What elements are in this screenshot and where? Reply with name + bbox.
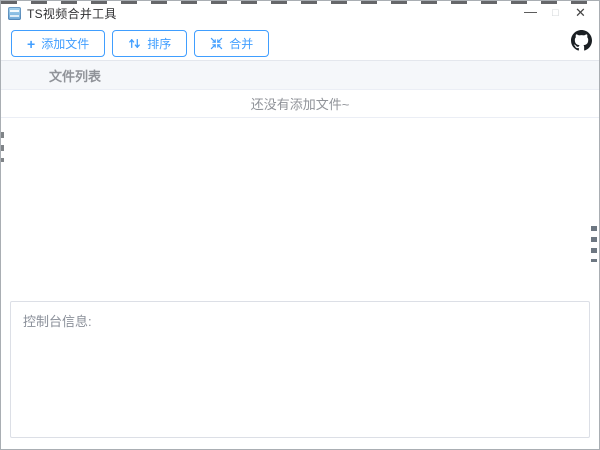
minimize-button[interactable]: — xyxy=(518,1,543,25)
add-files-button[interactable]: + 添加文件 xyxy=(11,30,106,57)
app-window: TS视频合并工具 — □ ✕ + 添加文件 排序 合并 文件列表 还没有添加文件… xyxy=(0,0,600,450)
empty-state-text: 还没有添加文件~ xyxy=(250,97,350,112)
background-artifact-right xyxy=(591,226,597,262)
close-button[interactable]: ✕ xyxy=(568,1,593,25)
console-panel[interactable]: 控制台信息: xyxy=(10,301,590,438)
console-label: 控制台信息: xyxy=(23,314,92,329)
window-title: TS视频合并工具 xyxy=(27,6,117,21)
background-artifact-left xyxy=(1,132,4,162)
add-files-label: 添加文件 xyxy=(41,37,90,51)
maximize-button[interactable]: □ xyxy=(543,1,568,25)
toolbar: + 添加文件 排序 合并 xyxy=(1,25,599,60)
window-controls: — □ ✕ xyxy=(518,1,599,25)
github-icon[interactable] xyxy=(571,30,592,51)
titlebar[interactable]: TS视频合并工具 — □ ✕ xyxy=(1,1,599,25)
sort-label: 排序 xyxy=(147,37,172,51)
merge-button[interactable]: 合并 xyxy=(194,30,270,57)
file-list-header-row: 文件列表 xyxy=(1,61,599,90)
app-logo-icon xyxy=(8,6,21,20)
compress-inward-arrows-icon xyxy=(210,37,223,50)
sort-arrows-icon xyxy=(128,37,141,50)
file-list-table: 文件列表 还没有添加文件~ xyxy=(1,60,599,118)
file-list-empty-state: 还没有添加文件~ xyxy=(1,90,599,118)
plus-icon: + xyxy=(27,35,36,52)
file-list-header-label: 文件列表 xyxy=(49,68,102,84)
sort-button[interactable]: 排序 xyxy=(112,30,188,57)
merge-label: 合并 xyxy=(229,37,254,51)
